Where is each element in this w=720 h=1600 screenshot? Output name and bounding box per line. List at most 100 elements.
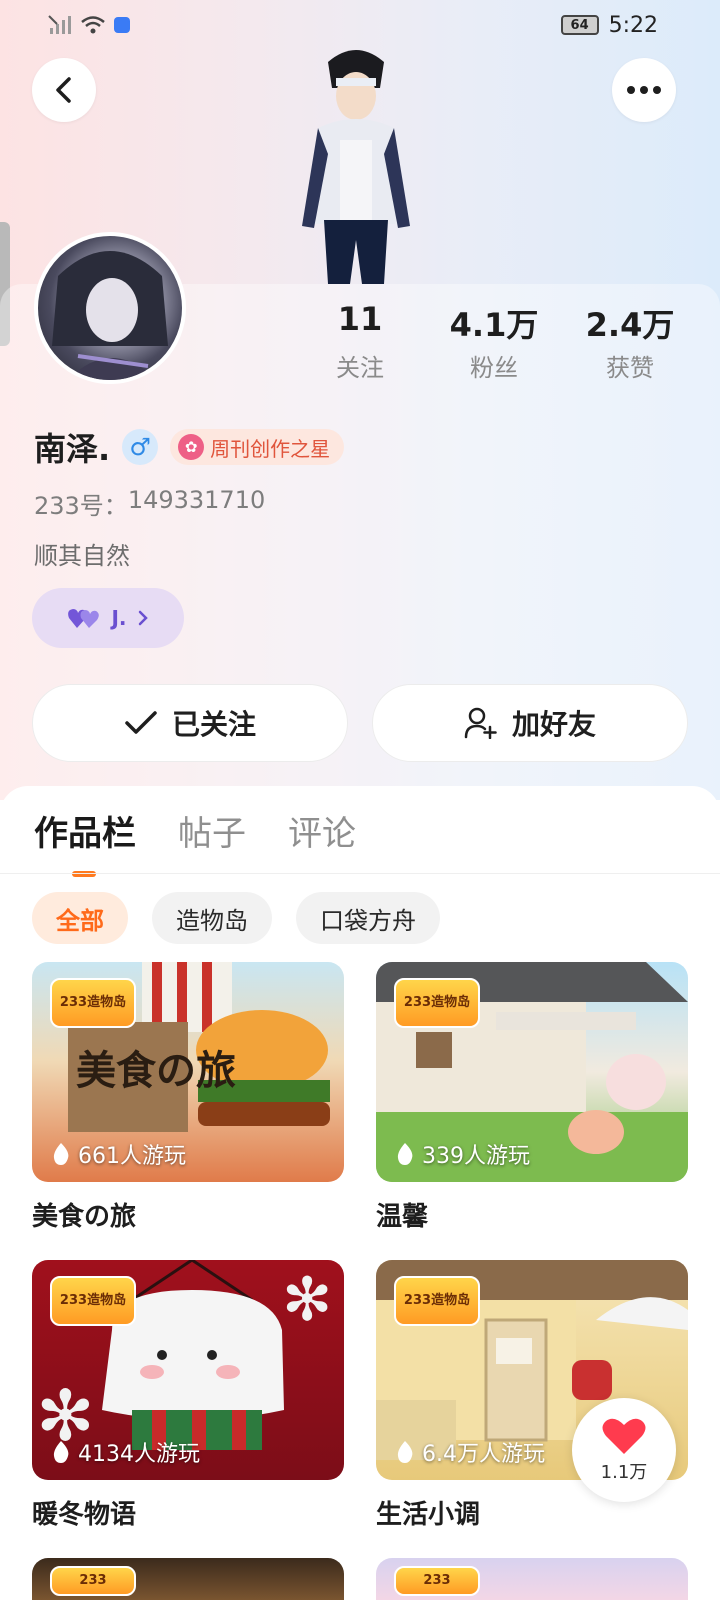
- svg-text:美食の旅: 美食の旅: [76, 1048, 236, 1094]
- add-friend-icon: [464, 707, 497, 739]
- status-bar: 64 5:22: [0, 0, 720, 50]
- creator-star-badge[interactable]: ✿ 周刊创作之星: [170, 429, 345, 465]
- user-id-value: 149331710: [127, 486, 266, 514]
- work-title: 温馨: [376, 1202, 429, 1232]
- like-button[interactable]: 1.1万: [572, 1398, 676, 1502]
- work-title: 生活小调: [376, 1500, 481, 1530]
- stat-likes[interactable]: 2.4万 获赞: [570, 300, 690, 383]
- tab-posts-label: 帖子: [178, 814, 246, 854]
- more-button[interactable]: [612, 58, 676, 122]
- filter-chips: 全部 造物岛 口袋方舟: [32, 892, 440, 944]
- tab-works-label: 作品栏: [34, 814, 136, 854]
- play-count: 339人游玩: [396, 1138, 530, 1170]
- tab-works[interactable]: 作品栏: [34, 806, 136, 877]
- user-bio: 顺其自然: [34, 542, 130, 570]
- work-card[interactable]: 233: [376, 1558, 688, 1600]
- logo-text: 造物岛: [87, 994, 127, 1010]
- creation-island-logo-icon: 233: [50, 1566, 136, 1596]
- user-avatar[interactable]: [34, 232, 186, 384]
- work-thumbnail: 233 造物岛 339人游玩: [376, 962, 688, 1182]
- stat-following[interactable]: 11 关注: [300, 300, 420, 383]
- like-count: 1.1万: [600, 1462, 648, 1483]
- user-name: 南泽.: [34, 430, 111, 468]
- creator-badge-label: 周刊创作之星: [210, 436, 331, 461]
- best-friend-name: J.: [111, 606, 127, 630]
- status-time: 5:22: [608, 12, 658, 38]
- tab-posts[interactable]: 帖子: [178, 806, 246, 877]
- creation-island-logo-icon: 233 造物岛: [394, 1276, 480, 1326]
- tab-divider: [0, 873, 720, 874]
- creation-island-logo-icon: 233 造物岛: [394, 978, 480, 1028]
- creation-island-logo-icon: 233: [394, 1566, 480, 1596]
- play-count-text: 661人游玩: [78, 1144, 186, 1169]
- filter-chip-all[interactable]: 全部: [32, 892, 128, 944]
- stat-fans[interactable]: 4.1万 粉丝: [434, 300, 554, 383]
- stat-label: 粉丝: [470, 354, 518, 382]
- add-friend-button-label: 加好友: [511, 708, 596, 741]
- work-card[interactable]: ✻ ✻ 233 造物岛 4134人游玩 暖冬物语: [32, 1260, 344, 1531]
- avatar-3d-figure: [302, 50, 410, 284]
- logo-text: 造物岛: [431, 1292, 471, 1308]
- user-name-row: 南泽. ♂ ✿ 周刊创作之星: [34, 424, 345, 470]
- user-id: 233号： 149331710: [34, 486, 265, 521]
- stat-label: 获赞: [606, 354, 654, 382]
- more-dots-icon: [627, 86, 661, 94]
- status-left: [48, 14, 130, 36]
- paired-hearts-icon: [68, 609, 100, 628]
- logo-number: 233: [423, 1572, 451, 1588]
- avatar-portrait-image: [52, 251, 168, 380]
- play-count-text: 4134人游玩: [78, 1442, 200, 1467]
- play-count-text: 339人游玩: [422, 1144, 530, 1169]
- flame-icon: [53, 1441, 69, 1463]
- logo-text: 造物岛: [87, 1292, 127, 1308]
- tab-comments[interactable]: 评论: [288, 806, 356, 877]
- user-id-prefix: 233号：: [34, 492, 128, 520]
- flame-icon: [397, 1143, 413, 1165]
- content-tabs: 作品栏 帖子 评论: [34, 806, 356, 877]
- svg-text:✻: ✻: [282, 1265, 332, 1335]
- stat-value: 11: [337, 300, 383, 338]
- work-title: 美食の旅: [32, 1202, 137, 1232]
- flower-badge-icon: ✿: [178, 434, 205, 460]
- flame-icon: [397, 1441, 413, 1463]
- play-count-text: 6.4万人游玩: [422, 1442, 545, 1467]
- flame-icon: [53, 1143, 69, 1165]
- logo-number: 233: [79, 1572, 107, 1588]
- tab-active-indicator: [72, 871, 96, 877]
- logo-text: 造物岛: [431, 994, 471, 1010]
- work-title: 暖冬物语: [32, 1500, 137, 1530]
- filter-chip-pocket-ark[interactable]: 口袋方舟: [296, 892, 440, 944]
- following-button[interactable]: 已关注: [32, 684, 348, 762]
- battery-indicator: 64: [560, 15, 599, 35]
- heart-icon: [602, 1418, 646, 1454]
- work-card[interactable]: 美食の旅 233 造物岛 661人游玩 美食の旅: [32, 962, 344, 1233]
- signal-icon: [48, 15, 71, 34]
- logo-number: 233: [59, 1292, 88, 1308]
- tab-comments-label: 评论: [288, 814, 356, 854]
- work-card[interactable]: 233 造物岛 339人游玩 温馨: [376, 962, 688, 1233]
- creation-island-logo-icon: 233 造物岛: [50, 978, 136, 1028]
- gender-male-icon: ♂: [122, 429, 159, 465]
- play-count: 4134人游玩: [52, 1436, 200, 1468]
- creation-island-logo-icon: 233 造物岛: [50, 1276, 136, 1326]
- chevron-right-icon: [138, 610, 148, 626]
- stat-value: 4.1万: [449, 306, 539, 344]
- add-friend-button[interactable]: 加好友: [372, 684, 688, 762]
- following-button-label: 已关注: [171, 708, 256, 741]
- back-button[interactable]: [32, 58, 96, 122]
- wifi-icon: [81, 16, 105, 34]
- filter-chip-creation-island[interactable]: 造物岛: [152, 892, 272, 944]
- best-friend-chip[interactable]: J.: [32, 588, 184, 648]
- work-thumbnail: 233: [376, 1558, 688, 1600]
- logo-number: 233: [59, 994, 88, 1010]
- check-icon: [125, 711, 157, 734]
- logo-number: 233: [403, 994, 432, 1010]
- work-thumbnail: 美食の旅 233 造物岛 661人游玩: [32, 962, 344, 1182]
- work-card[interactable]: 233: [32, 1558, 344, 1600]
- play-count: 661人游玩: [52, 1138, 186, 1170]
- work-thumbnail: ✻ ✻ 233 造物岛 4134人游玩: [32, 1260, 344, 1480]
- play-count: 6.4万人游玩: [396, 1436, 545, 1468]
- stat-value: 2.4万: [585, 306, 675, 344]
- back-arrow-icon: [56, 77, 71, 103]
- stat-label: 关注: [336, 354, 384, 382]
